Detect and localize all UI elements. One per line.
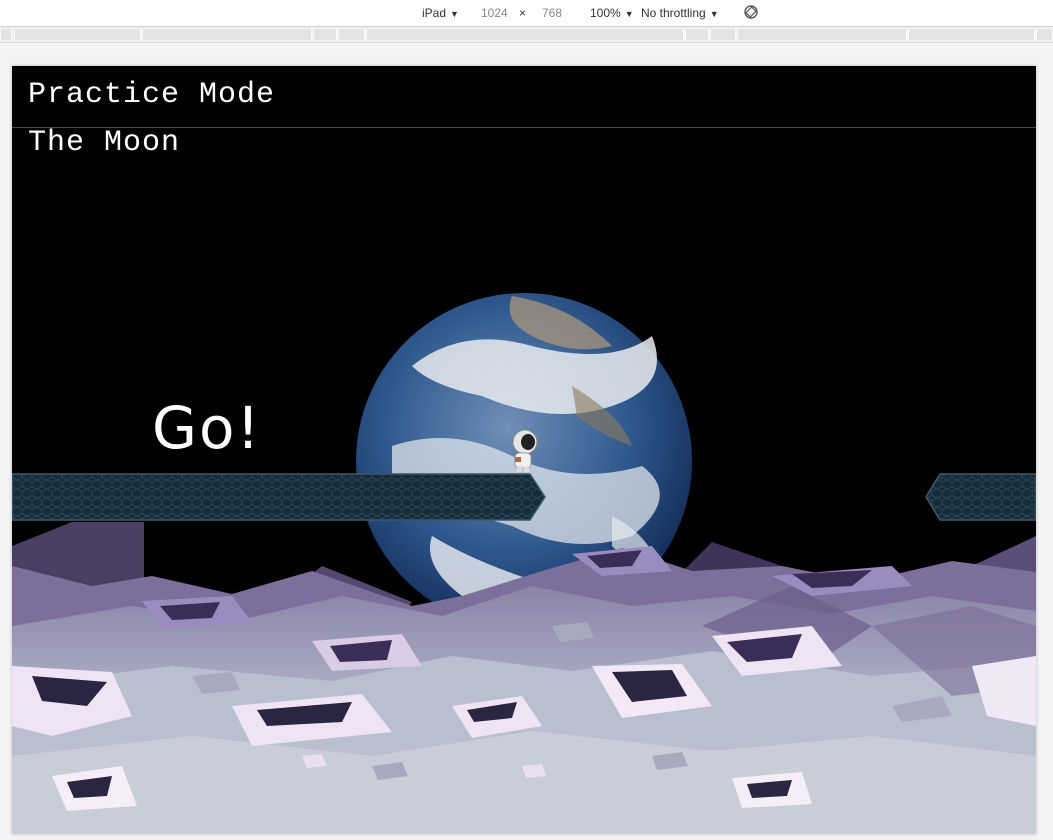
game-canvas[interactable]: Practice Mode The Moon Go! [12,66,1036,834]
ruler-segment[interactable] [366,29,684,40]
ruler-segment[interactable] [142,29,312,40]
ruler-segment[interactable] [14,29,141,40]
platform-left [12,473,546,521]
zoom-select[interactable]: 100% ▼ [590,5,634,21]
ruler-segment[interactable] [908,29,1035,40]
ruler-segment[interactable] [710,29,736,40]
width-field[interactable]: 1024 [481,5,508,21]
chevron-down-icon: ▼ [709,9,719,19]
ruler-segment[interactable] [1036,29,1053,40]
level-name: The Moon [28,126,181,160]
zoom-label: 100% [590,6,621,20]
ruler-segment[interactable] [0,29,12,40]
throttling-label: No throttling [641,6,706,20]
device-label: iPad [422,6,447,20]
rotate-icon[interactable] [743,4,759,20]
media-query-ruler [0,27,1053,43]
ruler-segment[interactable] [737,29,907,40]
dimension-separator: × [519,6,527,20]
ruler-segment[interactable] [313,29,337,40]
ruler-segment[interactable] [338,29,365,40]
device-select[interactable]: iPad ▼ [422,5,459,21]
ruler-segment[interactable] [685,29,709,40]
moon-surface [12,548,1036,834]
chevron-down-icon: ▼ [624,9,634,19]
crater [732,772,812,808]
device-toolbar: iPad ▼ 1024 × 768 100% ▼ No throttling ▼ [0,0,1053,27]
platform-right [925,473,1036,521]
chevron-down-icon: ▼ [450,9,459,19]
start-prompt: Go! [152,394,262,462]
mode-title: Practice Mode [28,78,276,112]
throttling-select[interactable]: No throttling ▼ [641,5,719,21]
height-field[interactable]: 768 [542,5,562,21]
